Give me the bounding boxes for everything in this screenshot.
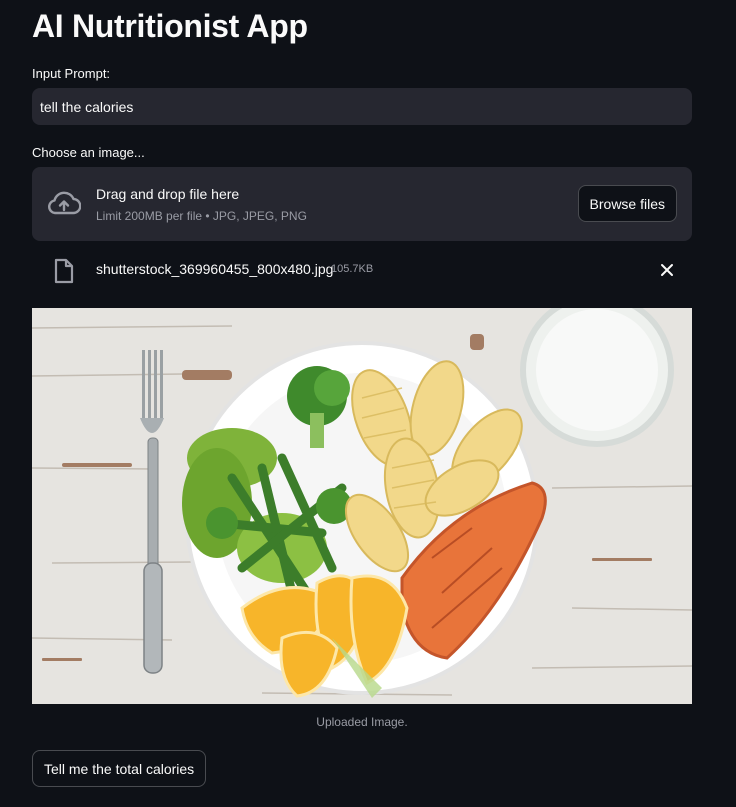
- uploaded-image: [32, 308, 692, 704]
- file-dropzone[interactable]: Drag and drop file here Limit 200MB per …: [32, 167, 692, 241]
- dropzone-title: Drag and drop file here: [96, 186, 240, 202]
- cloud-upload-icon: [48, 191, 81, 215]
- total-calories-button[interactable]: Tell me the total calories: [32, 750, 207, 787]
- page-title: AI Nutritionist App: [32, 8, 308, 44]
- file-icon: [54, 258, 74, 284]
- browse-files-button[interactable]: Browse files: [577, 185, 677, 222]
- app-root: AI Nutritionist App Input Prompt: Choose…: [0, 0, 736, 807]
- close-icon[interactable]: [659, 262, 675, 278]
- file-name: shutterstock_369960455_800x480.jpg: [96, 261, 334, 277]
- image-caption: Uploaded Image.: [316, 715, 408, 729]
- prompt-label: Input Prompt:: [32, 66, 111, 81]
- uploaded-file-item: shutterstock_369960455_800x480.jpg 105.7…: [32, 250, 692, 290]
- prompt-input[interactable]: [32, 88, 692, 125]
- uploader-label: Choose an image...: [32, 145, 145, 160]
- file-size: 105.7KB: [331, 263, 374, 275]
- dropzone-limit: Limit 200MB per file • JPG, JPEG, PNG: [96, 209, 307, 223]
